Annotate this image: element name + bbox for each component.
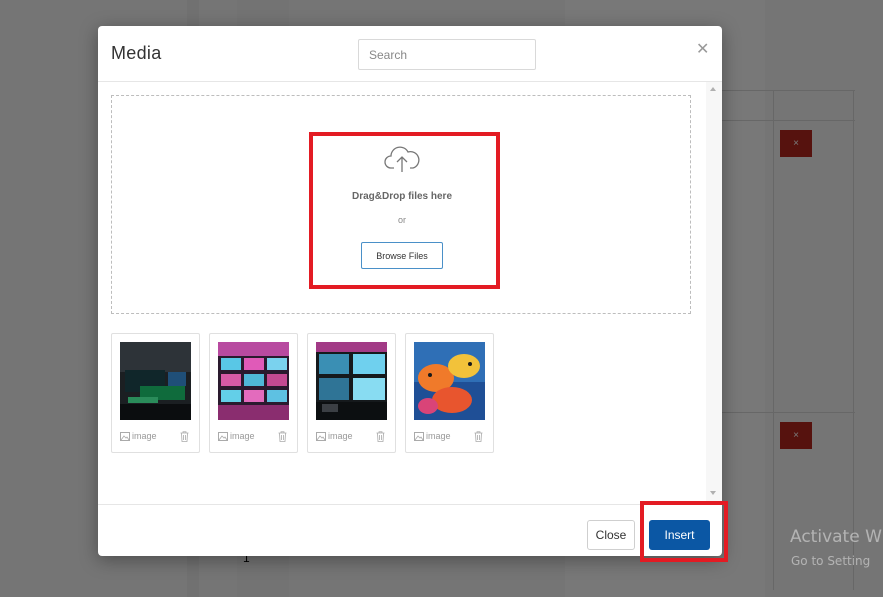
image-label: image (132, 431, 157, 441)
image-label: image (426, 431, 451, 441)
media-modal: Media ✕ Drag&Drop files here or Browse F… (98, 26, 722, 556)
aquarium-photo-thumbnail[interactable] (218, 342, 289, 420)
modal-footer: Close Insert (98, 504, 722, 556)
modal-title: Media (111, 43, 162, 63)
image-label: image (328, 431, 353, 441)
scroll-up-arrow-icon[interactable] (710, 87, 716, 91)
image-icon (120, 432, 130, 441)
media-item[interactable]: image (111, 333, 200, 453)
aquarium-photo-thumbnail[interactable] (120, 342, 191, 420)
trash-icon[interactable] (376, 431, 385, 442)
search-input[interactable] (358, 39, 536, 70)
trash-icon[interactable] (278, 431, 287, 442)
image-icon (218, 432, 228, 441)
media-item[interactable]: image (307, 333, 396, 453)
media-item[interactable]: image (209, 333, 298, 453)
image-icon (414, 432, 424, 441)
image-label: image (230, 431, 255, 441)
trash-icon[interactable] (180, 431, 189, 442)
aquarium-photo-thumbnail[interactable] (316, 342, 387, 420)
close-button[interactable]: Close (587, 520, 635, 550)
windows-activation-title: Activate W (790, 527, 882, 547)
modal-scrollbar[interactable] (706, 82, 722, 504)
scroll-down-arrow-icon[interactable] (710, 491, 716, 495)
modal-header: Media ✕ (98, 26, 722, 82)
close-icon[interactable]: ✕ (696, 42, 709, 58)
fish-photo-thumbnail[interactable] (414, 342, 485, 420)
image-icon (316, 432, 326, 441)
insert-button-highlight-box (640, 501, 728, 562)
media-item[interactable]: image (405, 333, 494, 453)
dropzone-highlight-box (309, 132, 500, 289)
media-thumbnails: image image image image (111, 333, 511, 453)
trash-icon[interactable] (474, 431, 483, 442)
windows-activation-subtitle: Go to Setting (791, 554, 871, 568)
